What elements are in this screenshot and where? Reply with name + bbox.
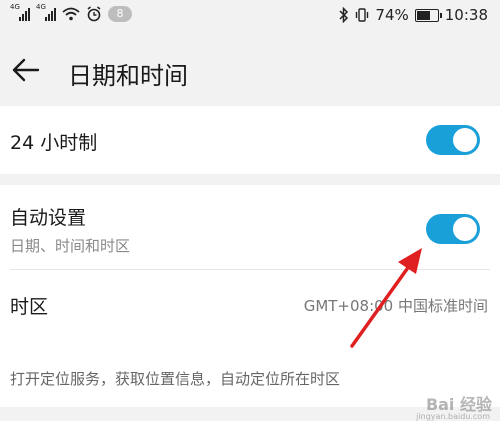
timezone-label: 时区 bbox=[10, 296, 49, 318]
auto-set-sublabel: 日期、时间和时区 bbox=[10, 237, 131, 255]
auto-set-toggle[interactable] bbox=[426, 214, 480, 244]
hour24-label: 24 小时制 bbox=[10, 132, 98, 154]
timezone-row[interactable]: 时区 GMT+08:00 中国标准时间 bbox=[0, 270, 500, 330]
sim2-network-label: 4G bbox=[36, 3, 46, 11]
location-hint: 打开定位服务，获取位置信息，自动定位所在时区 bbox=[10, 370, 341, 388]
alarm-icon bbox=[87, 6, 101, 22]
hour24-toggle[interactable] bbox=[426, 125, 480, 155]
hour24-card: 24 小时制 bbox=[0, 106, 500, 174]
wifi-icon bbox=[62, 7, 80, 21]
battery-percent: 74% bbox=[375, 6, 409, 24]
toggle-knob bbox=[453, 217, 477, 241]
status-bar: 4G 4G 8 74% 10:38 bbox=[0, 0, 500, 34]
toggle-knob bbox=[453, 128, 477, 152]
watermark-url: jingyan.baidu.com bbox=[416, 412, 490, 421]
page-title: 日期和时间 bbox=[68, 62, 188, 90]
arrow-left-icon[interactable] bbox=[12, 56, 40, 84]
battery-icon bbox=[414, 8, 442, 22]
clock-time: 10:38 bbox=[444, 6, 488, 24]
signal-sim1-icon: 4G bbox=[10, 3, 30, 21]
signal-sim2-icon: 4G bbox=[36, 3, 56, 21]
auto-set-label: 自动设置 bbox=[10, 207, 87, 229]
sim1-network-label: 4G bbox=[10, 3, 20, 11]
status-right: 74% 10:38 bbox=[339, 6, 488, 24]
datetime-card: 自动设置 日期、时间和时区 时区 GMT+08:00 中国标准时间 打开定位服务… bbox=[0, 185, 500, 407]
notification-count-badge: 8 bbox=[108, 6, 132, 22]
timezone-value: GMT+08:00 中国标准时间 bbox=[303, 297, 488, 315]
status-left: 4G 4G 8 bbox=[10, 3, 132, 22]
bluetooth-icon bbox=[339, 7, 349, 23]
vibrate-icon bbox=[356, 8, 369, 22]
app-header: 日期和时间 bbox=[0, 34, 500, 106]
